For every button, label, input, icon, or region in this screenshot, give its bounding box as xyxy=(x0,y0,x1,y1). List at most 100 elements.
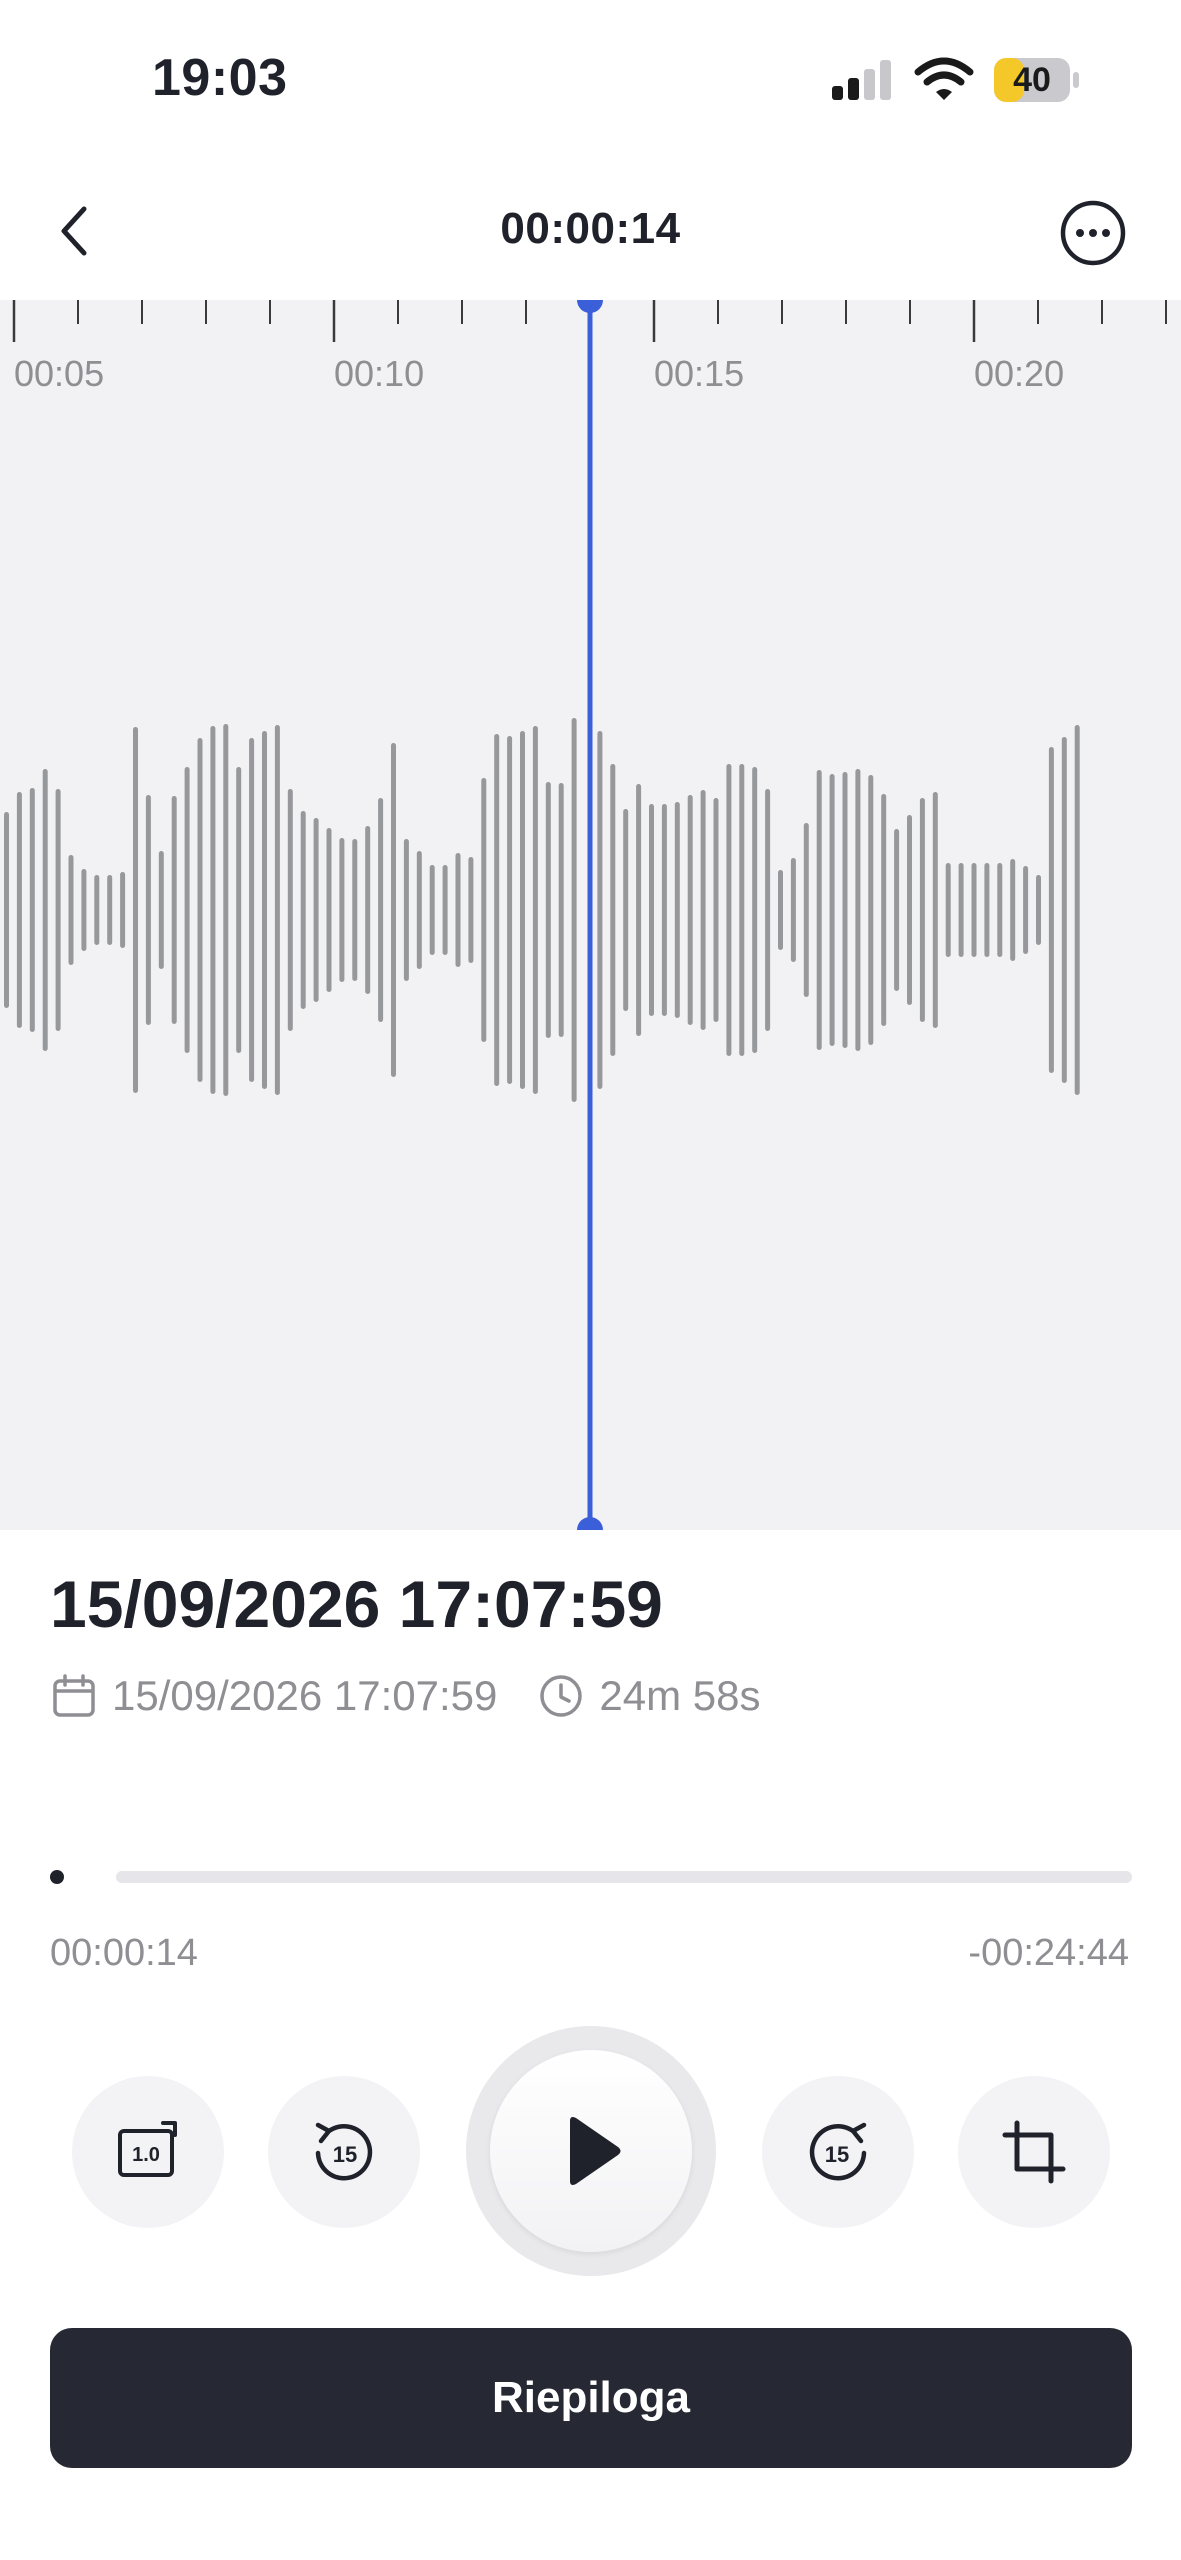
crop-button[interactable] xyxy=(958,2076,1110,2228)
waveform-bar xyxy=(881,794,887,1026)
rewind-15-icon: 15 xyxy=(315,2122,373,2181)
timeline-label: 00:05 xyxy=(14,353,104,394)
recording-meta: 15/09/2026 17:07:59 24m 58s xyxy=(50,1666,760,1726)
ellipsis-circle-icon xyxy=(1060,200,1126,266)
waveform-bar xyxy=(326,828,332,992)
waveform-area[interactable]: 00:05 00:10 00:15 00:20 xyxy=(0,300,1181,1530)
waveform-bar xyxy=(313,818,319,1002)
waveform-bar xyxy=(571,718,577,1102)
waveform[interactable]: 00:05 00:10 00:15 00:20 xyxy=(0,300,1181,1530)
signal-icon xyxy=(832,60,891,100)
waveform-bar xyxy=(133,727,138,1093)
waveform-bar xyxy=(868,775,874,1045)
waveform-bar xyxy=(674,802,680,1018)
waveform-bar xyxy=(829,774,835,1046)
waveform-bar xyxy=(236,767,242,1053)
waveform-bar xyxy=(184,767,190,1053)
waveform-bar xyxy=(481,778,487,1042)
waveform-bar xyxy=(262,731,267,1089)
waveform-bar xyxy=(210,726,216,1094)
timeline-label: 00:10 xyxy=(334,353,424,394)
waveform-bar xyxy=(532,726,538,1094)
waveform-bar xyxy=(120,872,126,948)
waveform-bar xyxy=(107,875,113,945)
play-icon xyxy=(570,2117,621,2185)
waveform-bar xyxy=(16,792,22,1028)
waveform-bar xyxy=(300,811,306,1009)
progress-track[interactable] xyxy=(116,1871,1132,1883)
playhead-handle xyxy=(577,300,603,313)
playhead-handle xyxy=(577,1517,603,1530)
waveform-bar xyxy=(68,855,74,965)
recording-date: 15/09/2026 17:07:59 xyxy=(112,1672,498,1719)
waveform-bar xyxy=(687,795,693,1025)
waveform-bar xyxy=(1010,859,1016,961)
rewind-15-button[interactable]: 15 xyxy=(268,2076,420,2228)
waveform-bar xyxy=(597,731,603,1089)
battery-icon: 40 xyxy=(994,58,1080,102)
waveform-bar xyxy=(468,857,474,963)
waveform-bar xyxy=(661,804,667,1016)
waveform-bar xyxy=(403,839,409,981)
waveform-bar xyxy=(197,738,203,1082)
waveform-bar xyxy=(507,736,513,1084)
waveform-bar xyxy=(1023,866,1029,954)
waveform-bar xyxy=(752,767,758,1053)
speed-label: 1.0 xyxy=(132,2144,160,2166)
waveform-bar xyxy=(416,851,422,969)
forward-label: 15 xyxy=(825,2142,849,2167)
waveform-bar xyxy=(778,870,783,950)
waveform-bar xyxy=(842,772,848,1048)
waveform-bar xyxy=(158,851,164,969)
waveform-bar xyxy=(790,858,796,962)
progress-knob[interactable] xyxy=(50,1870,64,1884)
clock-icon xyxy=(540,1675,583,1717)
waveform-bar xyxy=(339,838,345,982)
waveform-bar xyxy=(545,782,551,1038)
waveform-bar xyxy=(1061,737,1067,1083)
status-time: 19:03 xyxy=(152,49,288,107)
waveform-bar xyxy=(391,743,396,1077)
waveform-bar xyxy=(42,769,48,1051)
waveform-bar xyxy=(378,798,384,1022)
recording-title: 15/09/2026 17:07:59 xyxy=(50,1567,663,1641)
waveform-bar xyxy=(739,764,745,1056)
waveform-bar xyxy=(932,792,938,1028)
recording-duration: 24m 58s xyxy=(599,1672,761,1719)
waveform-bar xyxy=(919,798,925,1022)
rewind-label: 15 xyxy=(333,2142,357,2167)
timeline-label: 00:15 xyxy=(654,353,744,394)
waveform-bar xyxy=(700,790,706,1030)
waveform-bars xyxy=(4,718,1080,1102)
waveform-bar xyxy=(520,731,525,1089)
playback-progress[interactable] xyxy=(50,1862,1132,1892)
waveform-bar xyxy=(429,865,435,955)
speed-button[interactable]: 1.0 xyxy=(72,2076,224,2228)
nav-title: 00:00:14 xyxy=(500,204,681,253)
waveform-bar xyxy=(81,869,87,951)
waveform-bar xyxy=(442,865,448,955)
play-button[interactable] xyxy=(490,2050,692,2252)
remaining-time: -00:24:44 xyxy=(968,1932,1129,1974)
wifi-icon xyxy=(914,57,974,100)
waveform-bar xyxy=(855,769,861,1051)
current-time: 00:00:14 xyxy=(50,1932,198,1974)
summarize-button[interactable]: Riepiloga xyxy=(50,2328,1132,2468)
waveform-bar xyxy=(94,875,100,945)
waveform-bar xyxy=(352,839,358,981)
waveform-bar xyxy=(894,829,900,991)
waveform-bar xyxy=(558,783,564,1037)
waveform-bar xyxy=(971,863,977,957)
waveform-bar xyxy=(726,764,732,1056)
waveform-bar xyxy=(610,764,616,1056)
waveform-bar xyxy=(223,724,229,1096)
forward-15-button[interactable]: 15 xyxy=(762,2076,914,2228)
waveform-bar xyxy=(55,789,61,1031)
waveform-bar xyxy=(1074,725,1080,1095)
waveform-bar xyxy=(945,863,951,957)
waveform-bar xyxy=(274,725,280,1095)
waveform-bar xyxy=(455,853,461,967)
more-options-button[interactable] xyxy=(1058,198,1128,268)
waveform-bar xyxy=(765,789,771,1031)
waveform-bar xyxy=(145,795,151,1025)
